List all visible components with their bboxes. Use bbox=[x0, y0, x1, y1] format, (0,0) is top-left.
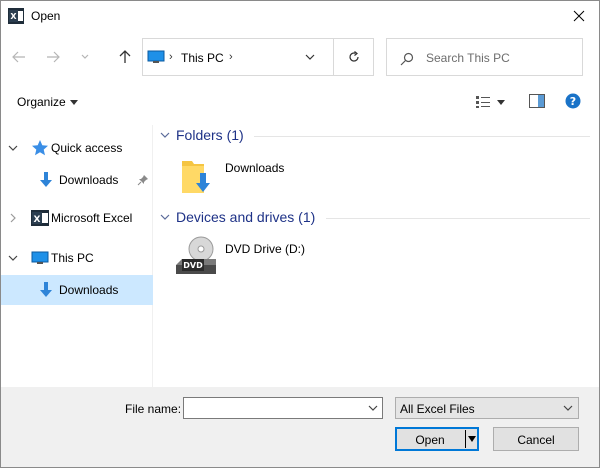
organize-label: Organize bbox=[17, 95, 66, 109]
recent-locations-button[interactable] bbox=[77, 45, 93, 69]
nav-item-quick-access[interactable]: Quick access bbox=[1, 133, 153, 163]
refresh-icon bbox=[348, 51, 359, 62]
up-button[interactable] bbox=[113, 45, 137, 69]
excel-icon: X bbox=[8, 8, 24, 24]
details-view-icon bbox=[476, 96, 490, 108]
item-label[interactable]: Downloads bbox=[225, 161, 284, 175]
group-divider bbox=[254, 136, 590, 137]
svg-text:X: X bbox=[34, 215, 41, 225]
chevron-right-icon[interactable] bbox=[7, 212, 19, 224]
breadcrumb-this-pc[interactable]: This PC bbox=[181, 51, 224, 65]
chevron-down-icon[interactable] bbox=[303, 51, 317, 63]
dialog-footer: File name: All Excel Files Open Cancel bbox=[1, 387, 599, 467]
file-type-select[interactable]: All Excel Files bbox=[395, 397, 579, 419]
nav-item-label: Downloads bbox=[59, 173, 119, 187]
item-label[interactable]: DVD Drive (D:) bbox=[225, 242, 305, 256]
chevron-down-icon[interactable] bbox=[7, 252, 19, 264]
dvd-badge: DVD bbox=[183, 261, 203, 270]
open-button[interactable]: Open bbox=[395, 427, 479, 451]
pin-icon[interactable] bbox=[137, 174, 149, 186]
search-box[interactable]: Search This PC bbox=[386, 38, 583, 76]
nav-item-downloads-this-pc[interactable]: Downloads bbox=[1, 275, 153, 305]
organize-menu[interactable]: Organize bbox=[17, 95, 78, 109]
downloads-folder-icon[interactable] bbox=[180, 155, 210, 195]
caret-down-icon[interactable] bbox=[467, 435, 477, 443]
refresh-button[interactable] bbox=[333, 39, 373, 75]
back-button[interactable] bbox=[7, 45, 31, 69]
arrow-left-icon bbox=[12, 51, 25, 63]
nav-item-label: Downloads bbox=[59, 283, 119, 297]
cancel-button[interactable]: Cancel bbox=[493, 427, 579, 451]
forward-button[interactable] bbox=[41, 45, 65, 69]
download-arrow-icon bbox=[40, 282, 52, 297]
nav-item-downloads-quick[interactable]: Downloads bbox=[1, 165, 153, 195]
group-header-devices[interactable]: Devices and drives (1) bbox=[160, 209, 315, 225]
search-icon bbox=[400, 52, 414, 66]
file-list: Folders (1) Downloads Devices and drives… bbox=[154, 125, 599, 387]
download-arrow-icon bbox=[40, 172, 52, 187]
nav-item-microsoft-excel[interactable]: X Microsoft Excel bbox=[1, 203, 153, 233]
search-input[interactable]: Search This PC bbox=[426, 51, 510, 65]
preview-pane-icon[interactable] bbox=[529, 94, 545, 108]
file-type-value: All Excel Files bbox=[400, 402, 475, 416]
arrow-up-icon bbox=[119, 50, 131, 63]
svg-text:?: ? bbox=[570, 95, 576, 108]
open-dialog: X Open › This PC › Search This PC Organi… bbox=[0, 0, 600, 468]
close-button[interactable] bbox=[559, 1, 599, 31]
nav-item-label: Quick access bbox=[51, 141, 123, 155]
chevron-down-icon bbox=[160, 214, 170, 220]
navigation-pane: Quick access Downloads X Microsoft Excel… bbox=[1, 125, 153, 387]
chevron-down-icon[interactable] bbox=[7, 142, 19, 154]
chevron-right-icon[interactable]: › bbox=[169, 51, 173, 63]
computer-icon bbox=[147, 50, 165, 63]
svg-text:X: X bbox=[10, 12, 17, 21]
open-label: Open bbox=[415, 433, 445, 447]
nav-item-this-pc[interactable]: This PC bbox=[1, 243, 153, 273]
nav-item-label: Microsoft Excel bbox=[51, 211, 133, 225]
command-bar: Organize ? bbox=[1, 87, 599, 117]
group-header-label: Folders (1) bbox=[176, 127, 244, 143]
chevron-down-icon bbox=[81, 54, 89, 59]
filename-input[interactable] bbox=[183, 397, 383, 419]
window-title: Open bbox=[31, 9, 61, 23]
group-divider bbox=[326, 218, 590, 219]
title-bar: X Open bbox=[1, 1, 599, 31]
change-view-button[interactable] bbox=[475, 93, 511, 111]
nav-item-label: This PC bbox=[51, 251, 94, 265]
address-bar[interactable]: › This PC › bbox=[142, 38, 374, 76]
chevron-right-icon[interactable]: › bbox=[229, 51, 233, 63]
filename-label: File name: bbox=[125, 402, 182, 416]
chevron-down-icon bbox=[160, 132, 170, 138]
caret-down-icon bbox=[497, 99, 505, 105]
split-divider bbox=[465, 430, 466, 448]
cancel-label: Cancel bbox=[517, 433, 555, 447]
star-icon bbox=[32, 140, 48, 156]
chevron-down-icon[interactable] bbox=[367, 402, 379, 414]
computer-icon bbox=[31, 251, 49, 264]
chevron-down-icon bbox=[563, 405, 573, 411]
help-icon[interactable]: ? bbox=[565, 93, 581, 109]
caret-down-icon bbox=[69, 99, 78, 105]
navigation-bar: › This PC › Search This PC bbox=[1, 37, 599, 77]
excel-icon: X bbox=[31, 210, 49, 226]
close-icon bbox=[573, 10, 585, 22]
group-header-folders[interactable]: Folders (1) bbox=[160, 127, 244, 143]
dvd-drive-icon[interactable]: DVD bbox=[174, 235, 218, 277]
group-header-label: Devices and drives (1) bbox=[176, 209, 316, 225]
arrow-right-icon bbox=[47, 51, 60, 63]
